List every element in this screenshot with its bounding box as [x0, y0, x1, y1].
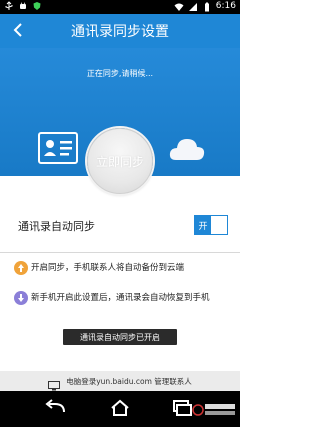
sync-status-text: 正在同步,请稍候...	[86, 69, 154, 78]
back-button[interactable]	[8, 21, 28, 41]
status-time: 6:16	[215, 1, 236, 11]
page-title: 通讯录同步设置	[71, 24, 169, 40]
info-text-backup: 开启同步，手机联系人将自动备份到云端	[31, 263, 185, 273]
info-row-backup: 开启同步，手机联系人将自动备份到云端	[14, 260, 238, 276]
computer-icon	[48, 376, 61, 391]
info-text-restore: 新手机开启此设置后，通讯录会自动恢复到手机	[31, 293, 210, 303]
cloud-icon	[168, 134, 206, 162]
info-row-restore: 新手机开启此设置后，通讯录会自动恢复到手机	[14, 290, 238, 306]
signal-icon	[188, 2, 198, 12]
footer-text: 电脑登录yun.baidu.com 管理联系人	[66, 376, 192, 386]
upload-cloud-icon	[14, 260, 28, 275]
download-cloud-icon	[14, 290, 28, 305]
watermark-logo	[192, 400, 236, 420]
auto-sync-setting-row: 通讯录自动同步 开	[0, 212, 240, 242]
toggle-on-segment: 开	[195, 216, 211, 234]
toast-message: 通讯录自动同步已开启	[63, 329, 177, 345]
app-header: 通讯录同步设置	[0, 14, 240, 48]
sync-now-label: 立即同步	[95, 154, 144, 169]
shield-icon	[32, 1, 42, 11]
usb-icon	[4, 1, 14, 11]
wifi-icon	[174, 2, 184, 12]
footer-manage-bar[interactable]: 电脑登录yun.baidu.com 管理联系人	[0, 371, 240, 391]
android-icon	[18, 1, 28, 11]
auto-sync-label: 通讯录自动同步	[18, 220, 95, 233]
section-divider	[0, 252, 240, 253]
back-nav-icon[interactable]	[44, 399, 66, 417]
status-left-icons	[4, 1, 42, 11]
contact-card-icon	[38, 132, 78, 164]
status-bar: 6:16	[0, 0, 240, 14]
chevron-left-icon	[12, 22, 24, 41]
recent-apps-icon[interactable]	[170, 399, 192, 417]
status-right-icons: 6:16	[174, 1, 236, 12]
auto-sync-toggle[interactable]: 开	[194, 215, 228, 235]
toggle-off-segment	[211, 216, 227, 234]
system-nav-bar	[0, 391, 240, 427]
toast-text: 通讯录自动同步已开启	[80, 332, 160, 342]
home-nav-icon[interactable]	[109, 399, 131, 417]
battery-icon	[202, 2, 212, 12]
sync-now-button[interactable]: 立即同步	[87, 128, 153, 194]
